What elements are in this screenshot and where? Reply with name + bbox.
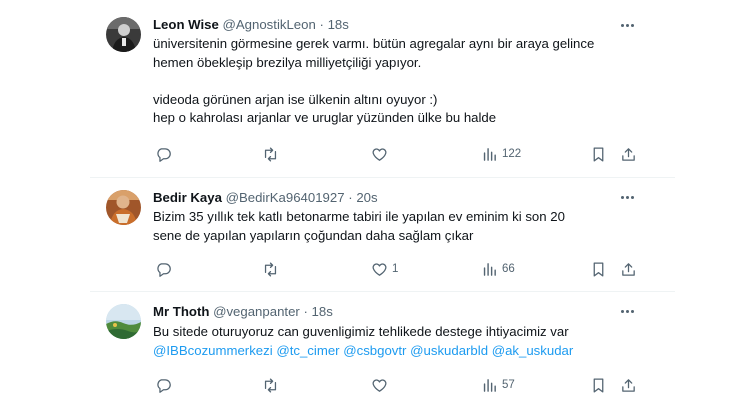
views-button[interactable]: 122 [481,145,521,163]
mention-line: @IBBcozummerkezi @tc_cimer @csbgovtr @us… [153,342,638,361]
tweet-actions: 1 66 [0,260,730,278]
reply-icon [157,378,171,393]
bookmark-button[interactable] [590,260,607,278]
retweet-icon [264,377,277,393]
tweet-text: Bu sitede oturuyoruz can guvenligimiz te… [153,323,638,360]
views-button[interactable]: 57 [481,376,515,394]
mention-link[interactable]: @ak_uskudar [492,343,574,358]
avatar[interactable] [106,190,141,225]
author-name[interactable]: Mr Thoth [153,304,209,319]
retweet-icon [264,146,277,162]
mention-link[interactable]: @uskudarbld [410,343,488,358]
tweet-header: Mr Thoth @veganpanter · 18s [153,304,333,320]
share-button[interactable] [620,376,637,394]
timestamp[interactable]: 18s [328,17,349,32]
avatar[interactable] [106,17,141,52]
person-dark-avatar [106,17,141,52]
views-button[interactable]: 66 [481,260,515,278]
reply-icon [157,147,171,162]
separator: · [348,190,353,205]
author-handle[interactable]: @AgnostikLeon [223,17,316,32]
like-button[interactable] [371,145,392,163]
tweet-text-line: videoda görünen arjan ise ülkenin altını… [153,91,438,107]
tweet-actions: 122 [0,145,730,163]
retweet-button[interactable] [262,145,283,163]
author-handle[interactable]: @BedirKa96401927 [226,190,345,205]
bookmark-button[interactable] [590,376,607,394]
views-icon [483,262,496,276]
retweet-button[interactable] [262,376,283,394]
bookmark-icon [593,146,604,162]
tweet-text-line: hemen öbekleşip brezilya milliyetçiliği … [153,54,422,70]
tweet-text-line: hep o kahrolası arjanlar ve uruglar yüzü… [153,110,497,126]
reply-icon [157,262,171,277]
more-button[interactable] [616,18,638,32]
bookmark-icon [593,261,604,277]
heart-icon [372,378,387,392]
landscape-avatar [106,304,141,339]
separator: · [303,304,308,319]
like-count: 1 [392,263,399,275]
more-icon [620,23,624,27]
more-button[interactable] [616,304,638,318]
like-button[interactable] [371,376,392,394]
person-orange-avatar [106,190,141,225]
bookmark-icon [593,377,604,393]
share-icon [622,262,635,276]
more-button[interactable] [616,190,638,204]
author-name[interactable]: Leon Wise [153,17,219,32]
views-count: 122 [502,148,522,160]
views-icon [483,147,496,161]
retweet-button[interactable] [262,260,283,278]
tweet-text-line: Bizim 35 yıllık tek katlı betonarme tabi… [153,209,565,224]
tweet-text-line: sene de yapılan yapıların çoğundan daha … [153,227,474,243]
share-button[interactable] [620,260,637,278]
tweet-text-line: Bu sitede oturuyoruz can guvenligimiz te… [153,324,569,339]
author-name[interactable]: Bedir Kaya [153,190,222,205]
bookmark-button[interactable] [590,145,607,163]
views-count: 66 [502,263,515,275]
heart-icon [372,147,387,161]
tweet-text-line: üniversitenin görmesine gerek varmı. büt… [153,36,595,51]
more-icon [620,195,624,199]
reply-button[interactable] [155,260,176,278]
views-icon [483,378,496,392]
heart-icon [372,262,387,276]
share-button[interactable] [620,145,637,163]
like-button[interactable]: 1 [371,260,398,278]
tweet-1[interactable]: Leon Wise @AgnostikLeon · 18s üniversite… [0,0,730,178]
timestamp[interactable]: 18s [312,304,333,319]
tweet-text: üniversitenin görmesine gerek varmı. büt… [153,35,638,128]
tweet-text-line [153,72,638,91]
separator: · [319,17,324,32]
mention-link[interactable]: @csbgovtr [343,343,406,358]
tweet-actions: 57 [0,376,730,394]
tweet-header: Bedir Kaya @BedirKa96401927 · 20s [153,190,378,206]
views-count: 57 [502,379,515,391]
mention-link[interactable]: @IBBcozummerkezi [153,343,273,358]
timestamp[interactable]: 20s [356,190,377,205]
share-icon [622,147,635,161]
tweet-2[interactable]: Bedir Kaya @BedirKa96401927 · 20s Bizim … [0,178,730,291]
author-handle[interactable]: @veganpanter [213,304,300,319]
reply-button[interactable] [155,145,176,163]
reply-button[interactable] [155,376,176,394]
share-icon [622,378,635,392]
more-icon [620,309,624,313]
avatar[interactable] [106,304,141,339]
mention-link[interactable]: @tc_cimer [276,343,339,358]
tweet-header: Leon Wise @AgnostikLeon · 18s [153,17,349,33]
tweet-text: Bizim 35 yıllık tek katlı betonarme tabi… [153,208,638,245]
retweet-icon [264,261,277,277]
tweet-3[interactable]: Mr Thoth @veganpanter · 18s Bu sitede ot… [0,292,730,420]
